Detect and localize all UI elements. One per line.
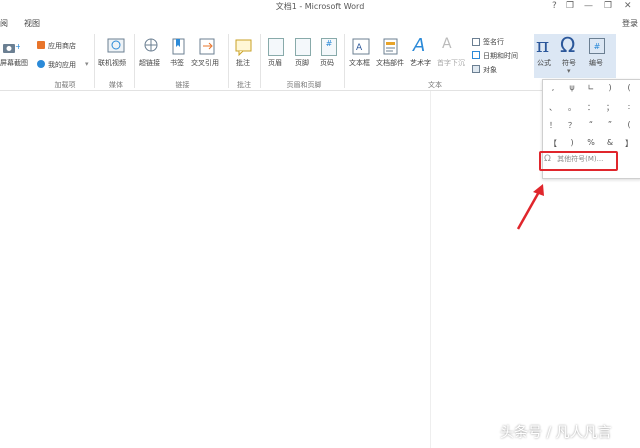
dropcap-button[interactable]: 首字下沉 [437, 58, 465, 68]
equation-button[interactable]: 公式 [537, 58, 551, 68]
symbol-dropdown-icon[interactable]: ▾ [567, 67, 571, 75]
help-button[interactable]: ? [552, 1, 557, 11]
symbol-cell[interactable]: ( [618, 120, 640, 129]
cross-reference-button[interactable]: 交叉引用 [191, 58, 219, 68]
quick-parts-button[interactable]: 文档部件 [376, 58, 404, 68]
login-link[interactable]: 登录 [622, 18, 638, 29]
my-apps-button[interactable]: 我的应用 [48, 60, 76, 70]
symbol-cell[interactable]: ( [618, 83, 640, 92]
close-button[interactable]: ✕ [624, 1, 632, 11]
group-separator [260, 34, 261, 88]
quick-parts-icon [383, 38, 399, 60]
app-store-icon [37, 41, 45, 49]
tab-review[interactable]: 阅 [0, 18, 8, 29]
svg-text:+: + [15, 42, 20, 51]
maximize-button[interactable]: ❐ [604, 1, 612, 11]
annotation-highlight-box [539, 151, 618, 171]
symbol-cell[interactable]: 】 [618, 138, 640, 149]
hyperlink-button[interactable]: 超链接 [139, 58, 160, 68]
page-margin-line [430, 91, 431, 448]
watermark: 头条号 / 凡人凡言 [500, 425, 612, 441]
footer-icon [295, 38, 311, 56]
page-number-button[interactable]: 页码 [320, 58, 334, 68]
app-store-button[interactable]: 应用商店 [48, 41, 76, 51]
group-label-addins: 加载项 [54, 81, 76, 89]
signature-line-button[interactable]: 签名行 [483, 37, 504, 47]
object-button[interactable]: 对象 [483, 65, 497, 75]
bookmark-icon [172, 38, 186, 60]
group-separator [134, 34, 135, 88]
tab-view[interactable]: 视图 [24, 18, 40, 29]
footer-button[interactable]: 页脚 [295, 58, 309, 68]
header-button[interactable]: 页眉 [268, 58, 282, 68]
object-icon [472, 65, 480, 73]
group-label-text: 文本 [428, 81, 442, 89]
wordart-button[interactable]: 艺术字 [410, 58, 431, 68]
group-label-media: 媒体 [109, 81, 123, 89]
svg-text:A: A [356, 43, 363, 53]
symbol-cell[interactable]: : [618, 102, 640, 111]
camera-icon: + [2, 40, 22, 59]
group-separator [228, 34, 229, 88]
comment-icon [235, 38, 253, 60]
cross-reference-icon [199, 38, 217, 60]
new-comment-button[interactable]: 批注 [236, 58, 250, 68]
online-video-button[interactable]: 联机视频 [98, 58, 126, 68]
document-canvas[interactable] [0, 91, 430, 448]
wordart-icon: A [413, 35, 426, 56]
ribbon-tabs: 阅 视图 登录 [0, 15, 640, 32]
restore-ribbon-button[interactable]: ❐ [566, 1, 574, 11]
dropcap-icon: A [442, 36, 452, 52]
textbox-icon: A [352, 38, 370, 60]
datetime-icon [472, 51, 480, 59]
symbol-icon: Ω [560, 33, 576, 57]
numbering-button[interactable]: 编号 [589, 58, 603, 68]
minimize-button[interactable]: — [584, 1, 593, 11]
group-label-links: 链接 [175, 81, 190, 89]
annotation-arrow-icon [512, 182, 548, 236]
bookmark-button[interactable]: 书签 [170, 58, 184, 68]
title-bar: 文档1 - Microsoft Word ? ❐ — ❐ ✕ [0, 0, 640, 15]
window-title: 文档1 - Microsoft Word [275, 2, 365, 11]
group-label-header-footer: 页眉和页脚 [286, 81, 322, 89]
my-apps-dropdown-icon[interactable]: ▾ [85, 60, 89, 68]
numbering-icon: # [589, 38, 605, 54]
textbox-button[interactable]: 文本框 [349, 58, 370, 68]
signature-line-icon [472, 38, 480, 46]
header-icon [268, 38, 284, 56]
page-number-icon: # [321, 38, 337, 56]
datetime-button[interactable]: 日期和时间 [483, 51, 518, 61]
equation-icon: π [536, 33, 550, 57]
group-separator [94, 34, 95, 88]
my-apps-icon [37, 60, 45, 68]
group-separator [344, 34, 345, 88]
group-label-comments: 批注 [237, 81, 251, 89]
screenshot-button[interactable]: 屏幕截图 [0, 58, 28, 68]
